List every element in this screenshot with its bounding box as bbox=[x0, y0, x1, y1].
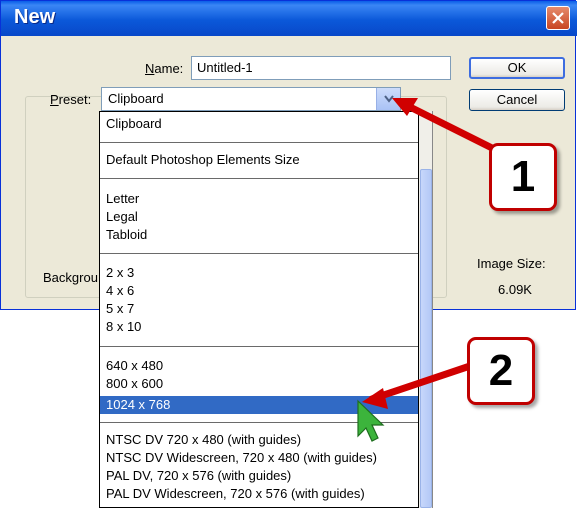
name-input[interactable]: Untitled-1 bbox=[191, 56, 451, 80]
scrollbar-thumb[interactable] bbox=[420, 169, 432, 508]
list-item[interactable]: 640 x 480 bbox=[106, 358, 163, 373]
list-item[interactable]: Tabloid bbox=[106, 227, 147, 242]
background-label: Backgrou bbox=[43, 270, 98, 285]
name-label-rest: ame: bbox=[154, 61, 184, 76]
list-item[interactable]: 4 x 6 bbox=[106, 283, 134, 298]
divider bbox=[100, 422, 418, 423]
list-item[interactable]: Letter bbox=[106, 191, 139, 206]
close-button[interactable] bbox=[546, 6, 570, 30]
preset-dropdown-list: Clipboard Default Photoshop Elements Siz… bbox=[99, 111, 419, 508]
name-label: Name: bbox=[145, 61, 183, 76]
list-item[interactable]: 2 x 3 bbox=[106, 265, 134, 280]
chevron-down-icon bbox=[384, 95, 394, 103]
list-item-selected[interactable]: 1024 x 768 bbox=[106, 397, 170, 412]
list-item[interactable]: PAL DV Widescreen, 720 x 576 (with guide… bbox=[106, 486, 365, 501]
callout-one: 1 bbox=[489, 143, 557, 211]
name-label-accel: N bbox=[145, 61, 155, 76]
list-item[interactable]: Legal bbox=[106, 209, 138, 224]
list-item[interactable]: Default Photoshop Elements Size bbox=[106, 152, 300, 167]
title-bar: New bbox=[1, 1, 577, 36]
list-item[interactable]: 5 x 7 bbox=[106, 301, 134, 316]
preset-dropdown-button[interactable] bbox=[376, 88, 400, 110]
preset-label-accel: P bbox=[50, 92, 59, 107]
ok-button[interactable]: OK bbox=[469, 57, 565, 79]
image-size-value: 6.09K bbox=[498, 282, 532, 297]
preset-select[interactable]: Clipboard bbox=[101, 87, 401, 111]
preset-label: Preset: bbox=[50, 92, 91, 107]
cancel-button[interactable]: Cancel bbox=[469, 89, 565, 111]
divider bbox=[100, 142, 418, 143]
list-item[interactable]: NTSC DV Widescreen, 720 x 480 (with guid… bbox=[106, 450, 377, 465]
preset-label-rest: reset: bbox=[58, 92, 92, 107]
callout-two: 2 bbox=[467, 337, 535, 405]
list-item[interactable]: Clipboard bbox=[106, 116, 162, 131]
list-item[interactable]: 800 x 600 bbox=[106, 376, 163, 391]
divider bbox=[100, 253, 418, 254]
image-size-label: Image Size: bbox=[477, 256, 546, 271]
list-item[interactable]: PAL DV, 720 x 576 (with guides) bbox=[106, 468, 291, 483]
close-icon bbox=[552, 12, 564, 24]
list-item[interactable]: NTSC DV 720 x 480 (with guides) bbox=[106, 432, 301, 447]
dropdown-scrollbar[interactable] bbox=[419, 111, 433, 508]
window-title: New bbox=[14, 6, 56, 28]
list-item[interactable]: 8 x 10 bbox=[106, 319, 141, 334]
divider bbox=[100, 178, 418, 179]
divider bbox=[100, 346, 418, 347]
